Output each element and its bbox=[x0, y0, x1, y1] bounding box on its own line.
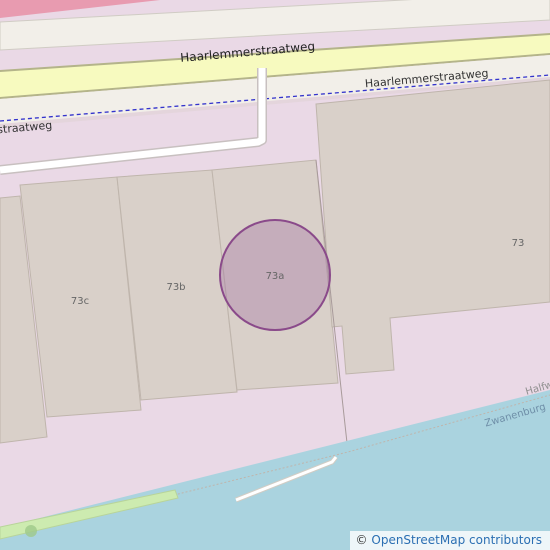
building-label-73a: 73a bbox=[266, 271, 285, 282]
map-attribution: © OpenStreetMap contributors bbox=[349, 531, 550, 550]
map-svg: Haarlemmerstraatweg Haarlemmerstraatweg … bbox=[0, 0, 550, 550]
building-label-73: 73 bbox=[512, 238, 525, 249]
map-canvas[interactable]: Haarlemmerstraatweg Haarlemmerstraatweg … bbox=[0, 0, 550, 550]
attribution-link[interactable]: OpenStreetMap contributors bbox=[371, 533, 542, 547]
tree-icon bbox=[25, 525, 37, 537]
building-label-73c: 73c bbox=[71, 296, 89, 307]
copyright-symbol: © bbox=[355, 533, 368, 547]
building-label-73b: 73b bbox=[166, 282, 185, 293]
